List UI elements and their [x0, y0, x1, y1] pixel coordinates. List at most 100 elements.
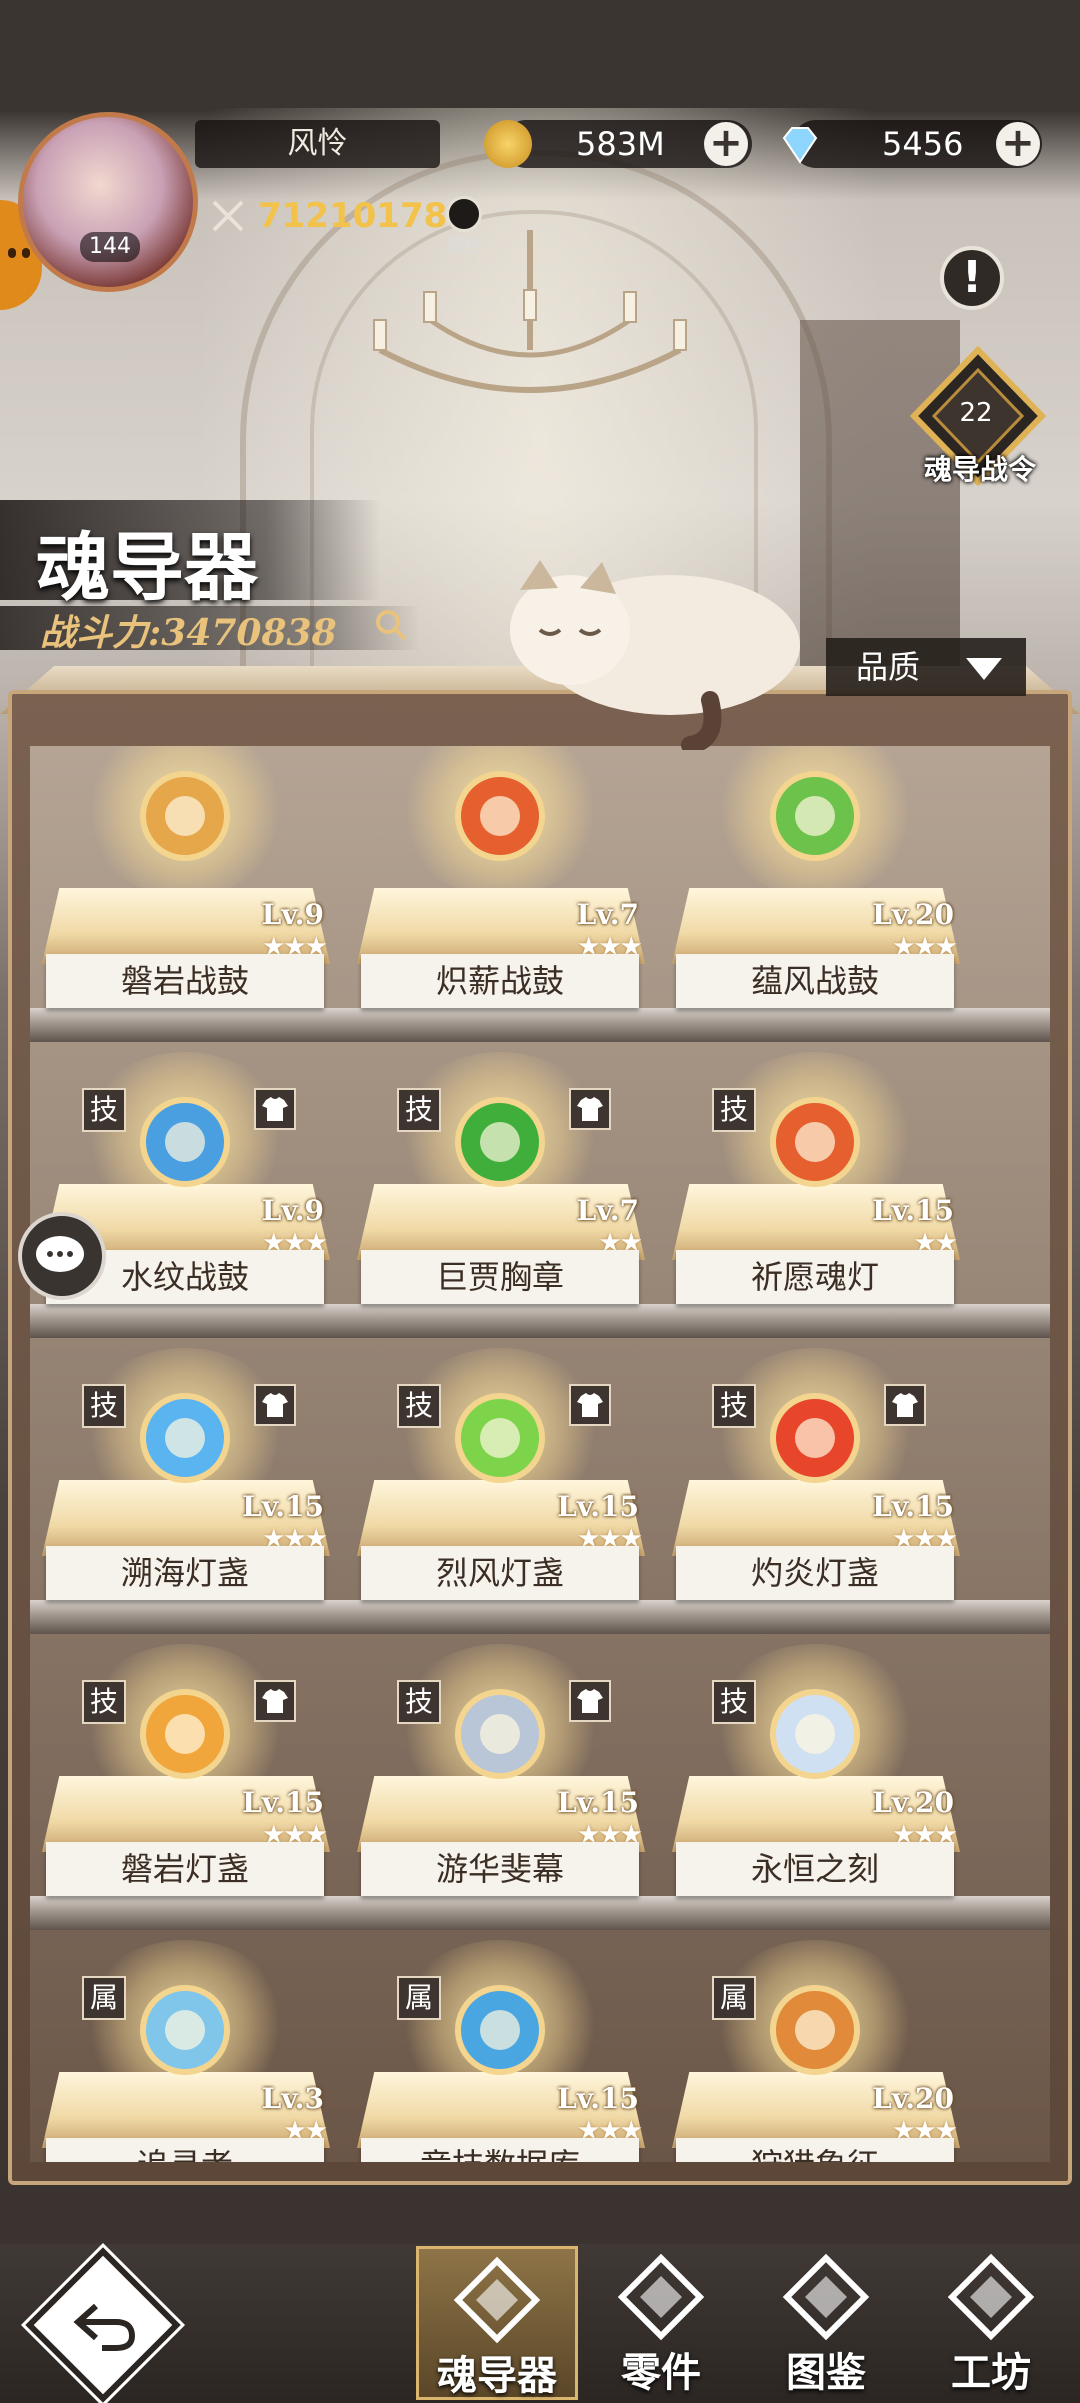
diamond-icon [782, 127, 818, 164]
relic-icon [455, 1985, 545, 2075]
tab-label: 零件 [621, 2349, 701, 2396]
skill-tag-icon: 技 [82, 1088, 126, 1132]
chandelier-decor [373, 230, 687, 393]
skill-tag-icon: 技 [712, 1384, 756, 1428]
skill-tag-icon: 属 [397, 1976, 441, 2020]
item-level: Lv.3 [261, 2082, 324, 2115]
item-level: Lv.20 [872, 1786, 954, 1819]
gold-coin-icon [484, 120, 532, 168]
relic-icon [140, 1985, 230, 2075]
relic-item[interactable]: 技 Lv.7 ★★ 巨贾胸章 [355, 1042, 655, 1304]
codex-book-icon [782, 2253, 870, 2341]
item-level: Lv.9 [261, 1194, 324, 1227]
relic-icon [770, 1689, 860, 1779]
tab-workshop[interactable]: 工坊 [910, 2246, 1072, 2400]
skill-tag-icon: 技 [712, 1680, 756, 1724]
item-name: 磐岩战鼓 [46, 954, 324, 1008]
item-level: Lv.15 [557, 1786, 639, 1819]
status-area [0, 0, 1080, 108]
item-name: 炽薪战鼓 [361, 954, 639, 1008]
tab-parts[interactable]: 零件 [580, 2246, 742, 2400]
tab-codex[interactable]: 图鉴 [745, 2246, 907, 2400]
relic-icon [770, 1097, 860, 1187]
chat-bubble-button[interactable] [18, 1212, 106, 1300]
player-avatar[interactable] [18, 112, 198, 292]
shelf-plank [30, 1304, 1050, 1338]
relic-icon [455, 1393, 545, 1483]
relic-item[interactable]: 技 Lv.15 ★★★ 烈风灯盏 [355, 1338, 655, 1600]
relic-item[interactable]: Lv.20 ★★★ 蕴风战鼓 [670, 746, 970, 1008]
item-name: 竞技数据库 [361, 2138, 639, 2162]
item-level: Lv.15 [872, 1194, 954, 1227]
relic-item[interactable]: 属 Lv.15 ★★★ 竞技数据库 [355, 1930, 655, 2162]
add-gold-button[interactable]: + [704, 122, 748, 166]
outfit-icon [884, 1384, 926, 1426]
relic-icon [455, 1097, 545, 1187]
item-name: 磐岩灯盏 [46, 1842, 324, 1896]
item-name: 追寻者 [46, 2138, 324, 2162]
skill-tag-icon: 属 [712, 1976, 756, 2020]
relic-item[interactable]: 技 Lv.15 ★★★ 溯海灯盏 [40, 1338, 340, 1600]
info-button[interactable]: ! [940, 246, 1004, 310]
workshop-icon [947, 2253, 1035, 2341]
soul-pass-level: 22 [959, 398, 993, 428]
shelf-plank [30, 1008, 1050, 1042]
item-level: Lv.15 [242, 1490, 324, 1523]
item-name: 巨贾胸章 [361, 1250, 639, 1304]
tab-soul-device[interactable]: 魂导器 [416, 2246, 578, 2400]
item-name: 祈愿魂灯 [676, 1250, 954, 1304]
relic-item[interactable]: 技 Lv.15 ★★ 祈愿魂灯 [670, 1042, 970, 1304]
item-level: Lv.15 [242, 1786, 324, 1819]
relic-item[interactable]: 技 Lv.20 ★★★ 永恒之刻 [670, 1634, 970, 1896]
sort-by-quality-dropdown[interactable]: 品质 [826, 638, 1026, 696]
final-rank-button[interactable]: 最终 [436, 196, 492, 262]
tab-label: 工坊 [951, 2349, 1031, 2396]
item-level: Lv.7 [576, 1194, 639, 1227]
relic-icon [455, 771, 545, 861]
skill-tag-icon: 技 [397, 1384, 441, 1428]
relic-icon [140, 1393, 230, 1483]
tab-label: 图鉴 [786, 2349, 866, 2396]
relic-item[interactable]: 技 Lv.15 ★★★ 磐岩灯盏 [40, 1634, 340, 1896]
item-name: 烈风灯盏 [361, 1546, 639, 1600]
relic-item[interactable]: Lv.7 ★★★ 炽薪战鼓 [355, 746, 655, 1008]
back-arrow-icon [73, 2303, 136, 2351]
relic-item[interactable]: 属 Lv.3 ★★ 追寻者 [40, 1930, 340, 2162]
item-grid: Lv.9 ★★★ 磐岩战鼓 Lv.7 ★★★ 炽薪战鼓 Lv.20 ★★★ 蕴风… [30, 746, 1050, 2162]
outfit-icon [569, 1384, 611, 1426]
parts-icon [617, 2253, 705, 2341]
diamond-amount: 5456 [882, 125, 964, 163]
soul-pass-label[interactable]: 魂导战令 [900, 448, 1060, 488]
relic-icon [140, 1097, 230, 1187]
item-name: 灼炎灯盏 [676, 1546, 954, 1600]
relic-item[interactable]: 技 Lv.15 ★★★ 灼炎灯盏 [670, 1338, 970, 1600]
magnifier-icon [446, 196, 482, 232]
relic-icon [140, 771, 230, 861]
final-rank-label: 最终 [446, 236, 482, 257]
chevron-down-icon [966, 658, 1002, 680]
magnifier-icon[interactable] [374, 608, 408, 642]
sleeping-cat-mascot[interactable] [480, 550, 800, 750]
item-level: Lv.20 [872, 898, 954, 931]
relic-icon [770, 771, 860, 861]
skill-tag-icon: 技 [712, 1088, 756, 1132]
outfit-icon [569, 1088, 611, 1130]
relic-item[interactable]: Lv.9 ★★★ 磐岩战鼓 [40, 746, 340, 1008]
page-title: 魂导器 [36, 525, 258, 611]
sort-label: 品质 [856, 648, 921, 686]
item-level: Lv.9 [261, 898, 324, 931]
relic-item[interactable]: 技 Lv.15 ★★★ 游华斐幕 [355, 1634, 655, 1896]
relic-item[interactable]: 属 Lv.20 ★★★ 狩猎象征 [670, 1930, 970, 2162]
item-level: Lv.7 [576, 898, 639, 931]
skill-tag-icon: 技 [82, 1680, 126, 1724]
item-name: 蕴风战鼓 [676, 954, 954, 1008]
item-level: Lv.15 [557, 1490, 639, 1523]
item-name: 狩猎象征 [676, 2138, 954, 2162]
relic-icon [140, 1689, 230, 1779]
player-name: 风怜 [195, 120, 440, 168]
item-level: Lv.15 [872, 1490, 954, 1523]
tab-label: 魂导器 [437, 2352, 557, 2399]
add-diamond-button[interactable]: + [996, 122, 1040, 166]
outfit-icon [254, 1680, 296, 1722]
shelf-plank [30, 1896, 1050, 1930]
